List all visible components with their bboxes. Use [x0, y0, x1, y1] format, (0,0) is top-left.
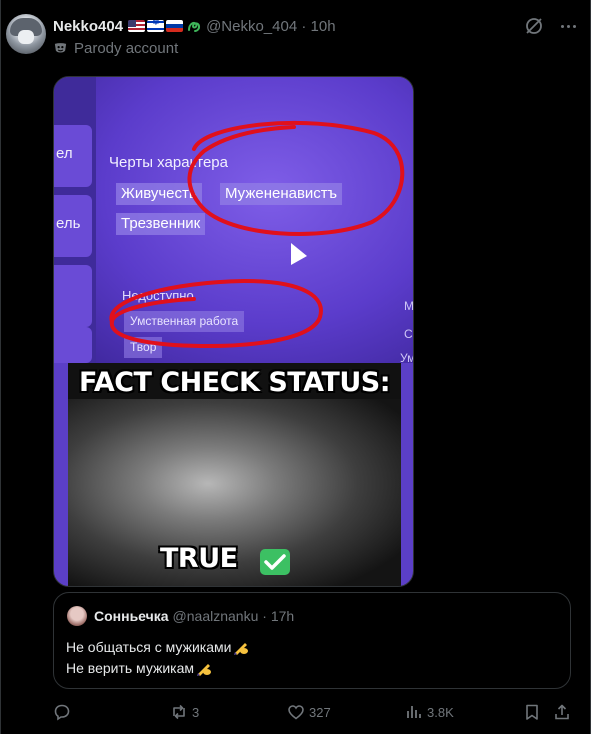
views-button[interactable]: 3.8K [405, 702, 454, 722]
quoted-post-text: Не общаться с мужиками Не верить мужикам [66, 637, 249, 679]
name-flags [128, 20, 184, 32]
green-squiggle-icon [188, 21, 201, 32]
quoted-text-line-1: Не общаться с мужиками [66, 639, 232, 655]
green-check-icon [260, 549, 290, 575]
author-avatar[interactable] [6, 14, 46, 54]
game-screenshot: ел ель Черты характера Живучесть Муженен… [54, 77, 413, 365]
post-actions-bar: 3 327 3.8K [0, 700, 591, 724]
quoted-author-avatar[interactable] [67, 606, 87, 626]
like-button[interactable]: 327 [287, 702, 331, 722]
meme-image: FACT CHECK STATUS: TRUE [68, 363, 401, 586]
repost-button[interactable]: 3 [170, 702, 199, 722]
meme-bottom-caption: TRUE [160, 543, 238, 574]
quoted-post-header: Сонньечка @naalznanku · 17h [94, 608, 294, 624]
parody-label-row: Parody account [53, 40, 178, 57]
timeline-left-border [0, 0, 1, 734]
like-count: 327 [309, 704, 331, 720]
post-media[interactable]: ел ель Черты характера Живучесть Муженен… [53, 76, 414, 587]
writing-hand-icon [234, 642, 249, 655]
reply-button[interactable] [53, 702, 75, 722]
quoted-author-handle-and-time: @naalznanku · 17h [172, 608, 295, 624]
view-count: 3.8K [427, 704, 454, 720]
post-header: Nekko404 @Nekko_404 · 10h [53, 16, 336, 36]
quoted-text-line: Не верить мужикам [66, 658, 249, 679]
bookmark-button[interactable] [523, 702, 545, 722]
theater-mask-icon [54, 43, 67, 53]
more-options-icon[interactable] [557, 16, 579, 36]
heart-icon [288, 705, 304, 720]
flag-ru-icon [166, 20, 184, 32]
quoted-text-line: Не общаться с мужиками [66, 637, 249, 658]
flag-us-icon [128, 20, 146, 32]
avatar-face [18, 30, 34, 44]
grok-icon[interactable] [524, 16, 544, 36]
flag-il-icon [147, 20, 165, 32]
reply-icon [54, 704, 70, 721]
repost-count: 3 [192, 704, 200, 720]
quoted-author-name[interactable]: Сонньечка [94, 608, 169, 624]
parody-account-label: Parody account [74, 40, 179, 57]
analytics-icon [407, 706, 421, 718]
bookmark-icon [526, 704, 538, 720]
author-handle-and-time[interactable]: @Nekko_404 · 10h [206, 18, 335, 35]
red-circles-overlay [109, 120, 405, 348]
quoted-text-line-2: Не верить мужикам [66, 660, 195, 676]
repost-icon [173, 704, 185, 720]
share-icon [555, 704, 569, 720]
quoted-post[interactable]: Сонньечка @naalznanku · 17h Не общаться … [53, 592, 571, 689]
author-display-name[interactable]: Nekko404 [53, 18, 123, 35]
share-button[interactable] [553, 702, 575, 722]
writing-hand-icon [197, 663, 212, 676]
meme-top-caption: FACT CHECK STATUS: [78, 367, 391, 398]
